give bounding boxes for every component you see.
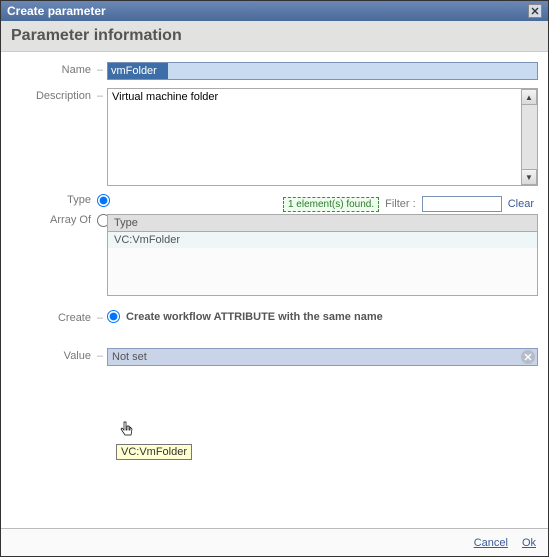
create-label: Create — [11, 310, 97, 324]
value-tooltip: VC:VmFolder — [116, 444, 192, 460]
found-count-badge: 1 element(s) found. — [283, 197, 379, 212]
row-name: Name – — [11, 62, 538, 80]
row-arrayof: Array Of Type VC:VmFolder — [11, 214, 538, 296]
type-row[interactable]: VC:VmFolder — [108, 232, 537, 248]
scrollbar: ▲ ▼ — [521, 89, 537, 185]
type-label: Type — [11, 194, 97, 206]
value-label: Value — [11, 348, 97, 362]
row-type: Type 1 element(s) found. Filter : Clear — [11, 194, 538, 214]
section-header: Parameter information — [1, 21, 548, 52]
dialog-title: Create parameter — [7, 4, 106, 18]
scroll-down-icon[interactable]: ▼ — [522, 169, 537, 185]
ok-button[interactable]: Ok — [522, 537, 536, 549]
name-input[interactable] — [108, 63, 168, 79]
create-option[interactable]: Create workflow ATTRIBUTE with the same … — [107, 310, 538, 323]
row-create: Create – Create workflow ATTRIBUTE with … — [11, 310, 538, 324]
create-option-label: Create workflow ATTRIBUTE with the same … — [126, 311, 383, 323]
value-text: Not set — [112, 351, 147, 363]
value-field[interactable]: Not set — [107, 348, 538, 366]
arrayof-label: Array Of — [11, 214, 97, 226]
close-icon[interactable] — [528, 4, 542, 18]
dialog-footer: Cancel Ok — [1, 528, 548, 556]
clear-value-icon[interactable] — [521, 350, 535, 364]
cancel-button[interactable]: Cancel — [474, 537, 508, 549]
cursor-hand-icon — [119, 421, 135, 442]
name-label: Name — [11, 62, 97, 76]
filter-bar: 1 element(s) found. Filter : Clear — [107, 194, 538, 214]
type-column-header: Type — [108, 215, 537, 232]
type-panel: 1 element(s) found. Filter : Clear — [107, 194, 538, 214]
scroll-up-icon[interactable]: ▲ — [522, 89, 537, 105]
description-label: Description — [11, 88, 97, 102]
description-field: ▲ ▼ — [107, 88, 538, 186]
type-table: Type VC:VmFolder — [107, 214, 538, 296]
dialog-titlebar: Create parameter — [1, 1, 548, 21]
row-value: Value – Not set — [11, 348, 538, 366]
row-description: Description – ▲ ▼ — [11, 88, 538, 186]
filter-label: Filter : — [385, 198, 416, 210]
form-area: Name – Description – ▲ ▼ Type — [1, 52, 548, 380]
create-attribute-radio[interactable] — [107, 310, 120, 323]
description-textarea[interactable] — [108, 89, 521, 185]
clear-filter-link[interactable]: Clear — [508, 198, 534, 210]
filter-input[interactable] — [422, 196, 502, 212]
name-field-wrap — [107, 62, 538, 80]
